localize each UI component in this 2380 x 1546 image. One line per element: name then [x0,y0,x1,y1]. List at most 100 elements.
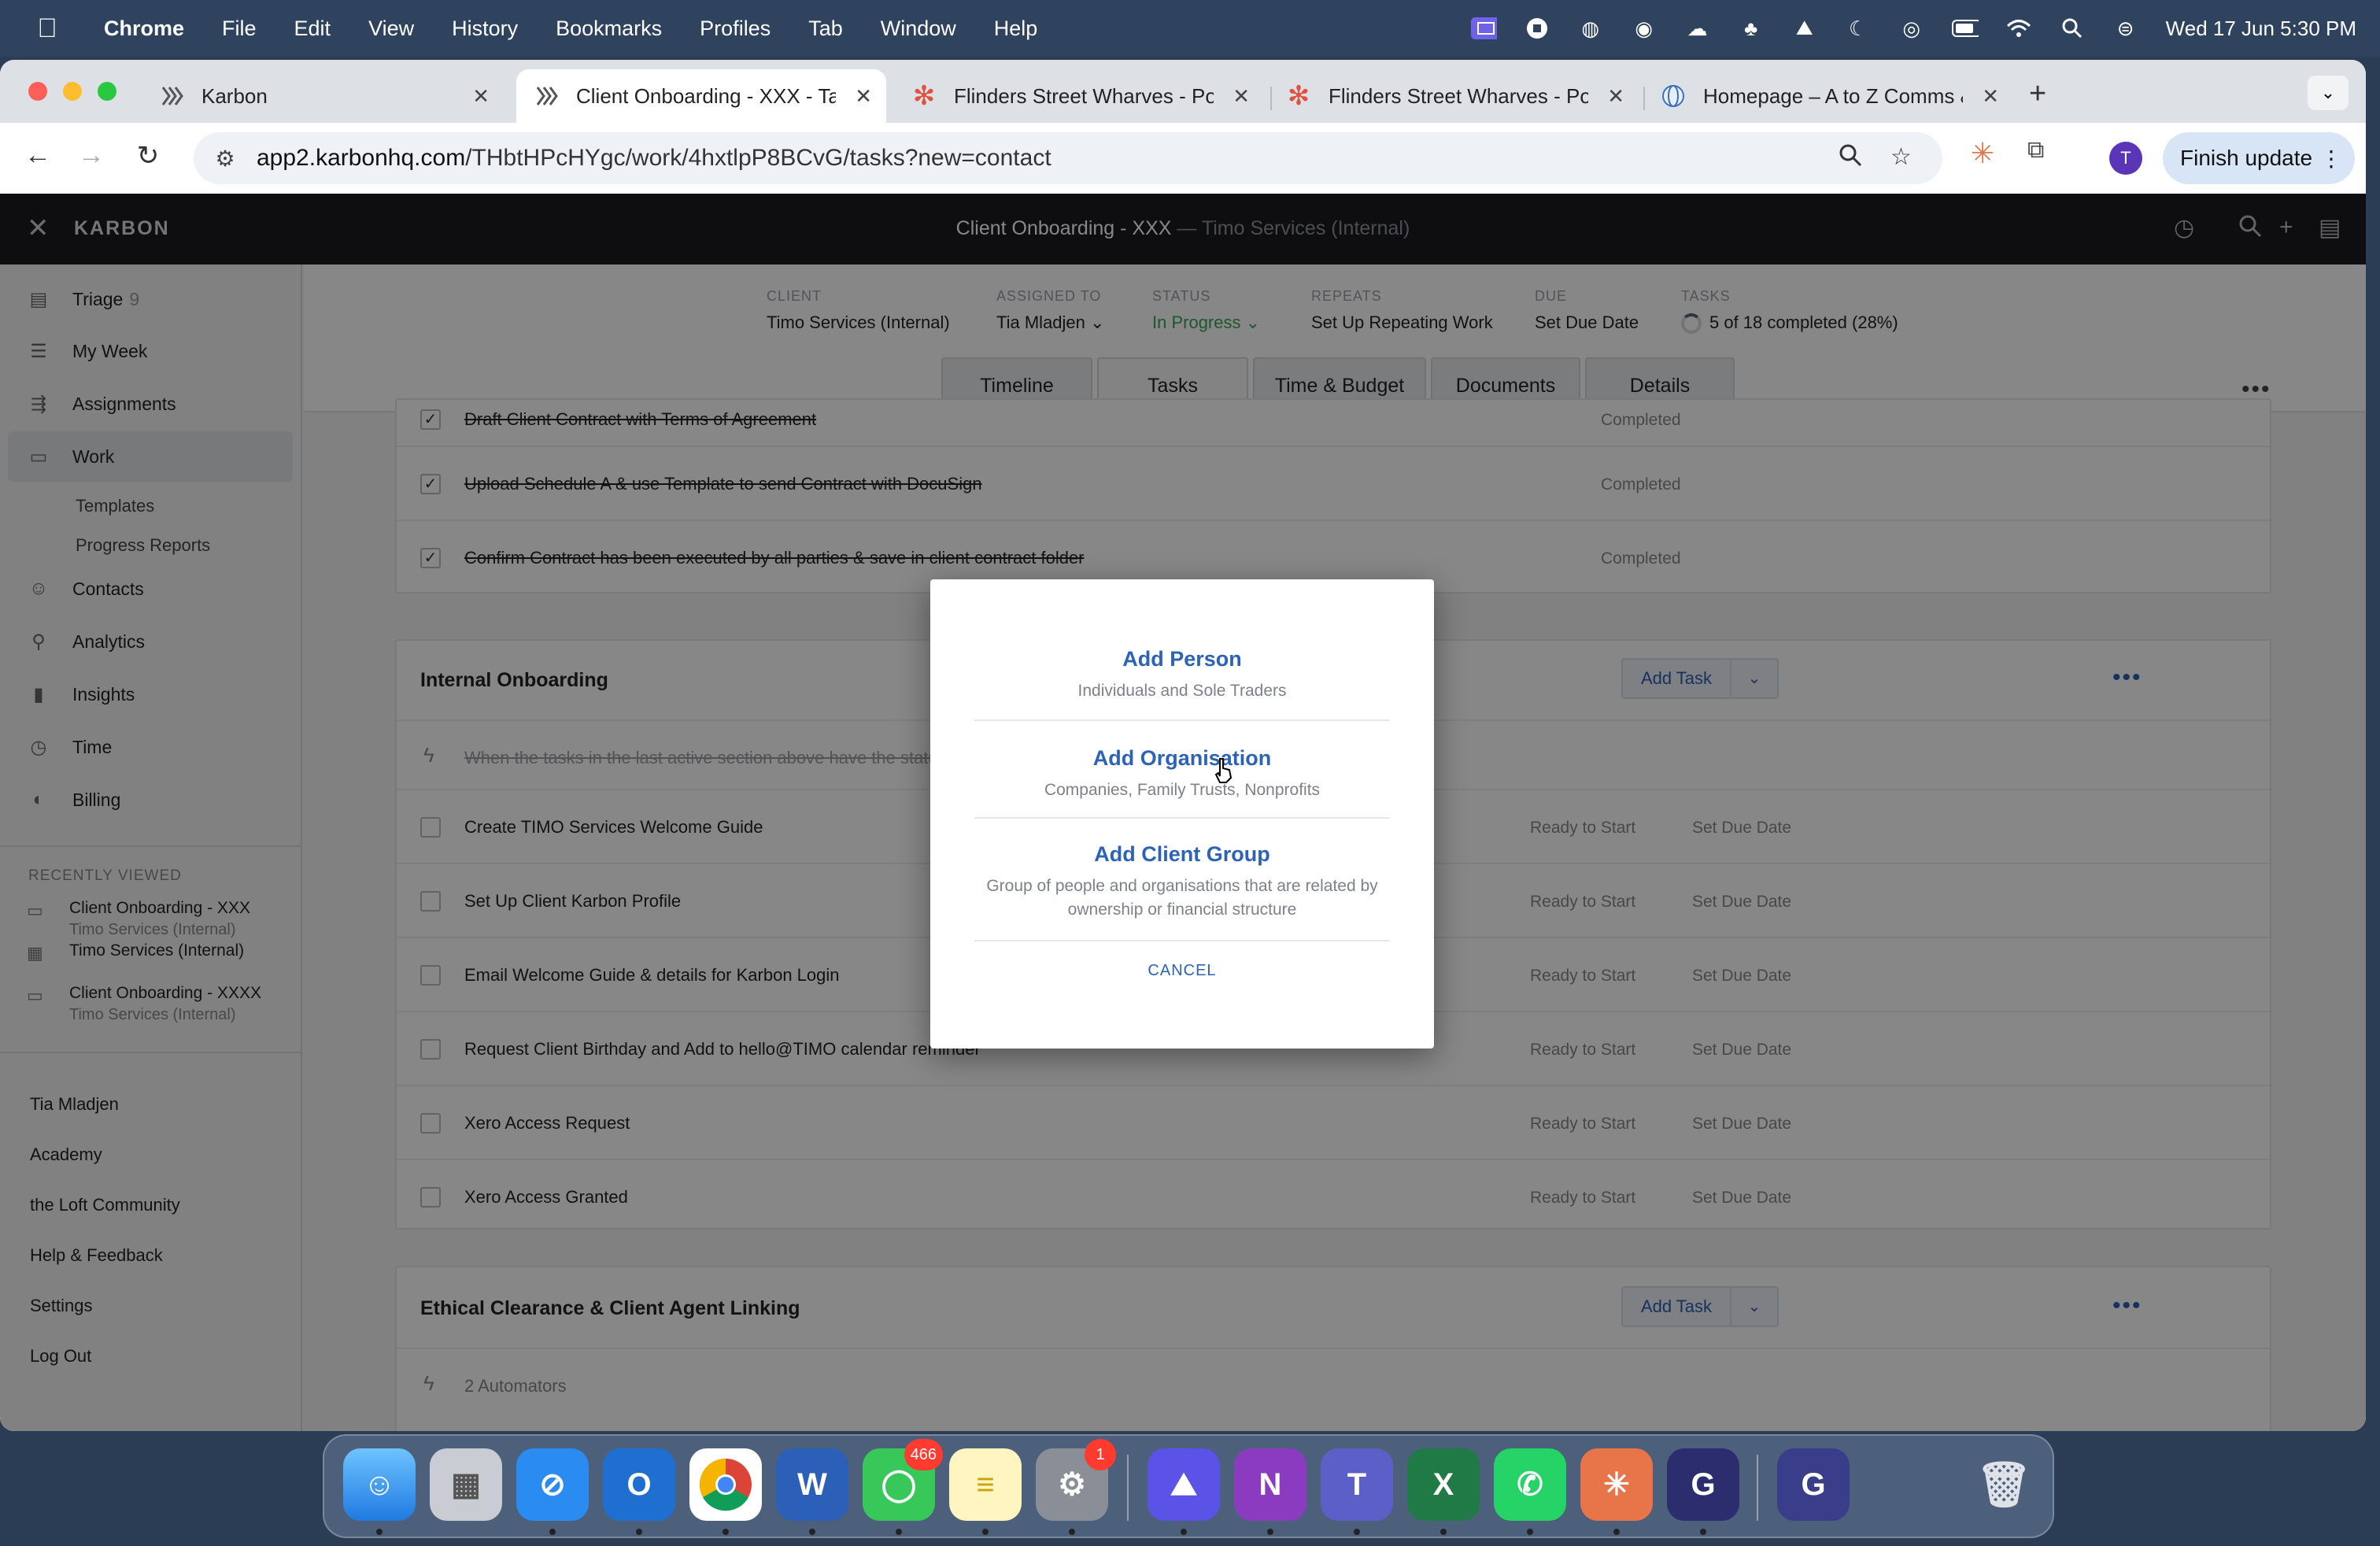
menu-tab[interactable]: Tab [808,17,843,41]
karbon-icon [159,83,184,109]
tab-title: Karbon [201,83,268,108]
profile-avatar[interactable]: T [2109,142,2142,175]
record-icon[interactable] [1524,15,1550,42]
system-settings-icon[interactable]: ⚙ 1 [1036,1439,1116,1521]
browser-tab-flinders-1[interactable]: ✻ Flinders Street Wharves - Po ✕ [894,69,1264,123]
karbon-icon [534,83,559,109]
globe-icon [1661,83,1686,109]
onenote-icon[interactable]: N [1234,1448,1306,1521]
add-organisation-link[interactable]: Add Organisation [974,746,1390,771]
close-icon[interactable]: ✕ [1607,84,1624,109]
menu-window[interactable]: Window [881,17,956,41]
browser-tab-karbon[interactable]: Karbon ✕ [142,69,504,123]
launchpad-icon[interactable]: ▦ [430,1448,502,1521]
minimize-window-button[interactable] [63,82,82,101]
browser-tab-flinders-2[interactable]: ✻ Flinders Street Wharves - Po ✕ [1269,69,1639,123]
close-icon[interactable]: ✕ [1232,84,1250,109]
dialog-divider [974,940,1390,941]
address-bar[interactable]: ⚙ app2.karbonhq.com/THbtHPcHYgc/work/4hx… [194,132,1942,184]
running-indicator [1440,1529,1447,1535]
proton-vpn-icon[interactable]: ⛰ [1148,1448,1220,1521]
running-indicator [1354,1529,1360,1535]
running-indicator [722,1529,729,1535]
menu-file[interactable]: File [222,17,257,41]
finder-icon[interactable]: ☺ [343,1448,416,1521]
menu-view[interactable]: View [368,17,414,41]
wifi-icon[interactable] [2005,15,2032,42]
tab-strip: Karbon ✕ Client Onboarding - XXX - Ta ✕ … [0,60,2366,123]
finish-update-label: Finish update [2180,146,2313,170]
messages-icon[interactable]: ◯ 466 [863,1439,943,1521]
user-icon[interactable]: ◎ [1898,15,1925,42]
zoom-window-button[interactable] [98,82,116,101]
forward-arrow-icon[interactable]: → [74,140,109,171]
menu-history[interactable]: History [452,17,518,41]
menu-help[interactable]: Help [994,17,1038,41]
site-settings-icon[interactable]: ⚙ [209,146,241,172]
add-person-link[interactable]: Add Person [974,647,1390,671]
add-client-group-link[interactable]: Add Client Group [974,842,1390,867]
claude-extension-icon[interactable]: ✳ [1971,137,1994,170]
asterisk-icon: ✻ [912,81,936,111]
menubar-clock[interactable]: Wed 17 Jun 5:30 PM [2166,17,2356,41]
more-vertical-icon[interactable]: ⋮ [2320,146,2342,172]
menu-edit[interactable]: Edit [294,17,331,41]
battery-icon[interactable] [1951,15,1979,42]
teams-icon[interactable]: T [1321,1448,1393,1521]
excel-icon[interactable]: X [1407,1448,1480,1521]
trash-icon[interactable]: 🗑 [1968,1448,2040,1521]
finish-update-button[interactable]: Finish update ⋮ [2163,132,2355,184]
status-app-icon[interactable]: ◍ [1577,15,1604,42]
spotlight-search-icon[interactable] [2059,15,2086,42]
creative-cloud-icon[interactable]: ◉ [1631,15,1658,42]
vpn-icon[interactable]: ⛰ [1791,15,1818,42]
option-description: Companies, Family Trusts, Nonprofits [1044,781,1321,799]
running-indicator [1613,1529,1620,1535]
new-tab-plus-icon[interactable]: + [2029,77,2046,111]
safari-icon[interactable]: ⊘ [516,1448,589,1521]
cloud-icon[interactable]: ☁ [1684,15,1711,42]
close-window-button[interactable] [28,82,47,101]
option-description: Group of people and organisations that a… [986,877,1378,919]
close-icon[interactable]: ✕ [855,84,872,109]
whatsapp-icon[interactable]: ✆ [1494,1448,1566,1521]
screen-share-icon[interactable] [1470,15,1497,42]
claude-icon[interactable]: ✳ [1580,1448,1653,1521]
notes-icon[interactable]: ≡ [949,1448,1022,1521]
back-arrow-icon[interactable]: ← [20,140,55,171]
teams-status-icon[interactable]: ♣ [1738,15,1765,42]
extensions-puzzle-icon[interactable]: ⧉ [2027,137,2044,164]
menu-bookmarks[interactable]: Bookmarks [556,17,662,41]
add-client-group-option[interactable]: Add Client Group Group of people and org… [974,842,1390,922]
dock-separator [1757,1455,1758,1521]
cancel-button[interactable]: CANCEL [930,962,1434,980]
add-person-option[interactable]: Add Person Individuals and Sole Traders [974,647,1390,703]
option-description: Individuals and Sole Traders [1077,682,1287,700]
add-organisation-option[interactable]: Add Organisation Companies, Family Trust… [974,746,1390,802]
menu-app-name[interactable]: Chrome [104,17,184,41]
control-center-icon[interactable]: ⊜ [2112,15,2139,42]
night-mode-icon[interactable]: ☾ [1845,15,1872,42]
browser-tab-homepage[interactable]: Homepage – A to Z Comms & ✕ [1643,69,2013,123]
apple-icon[interactable]:  [31,13,63,44]
chrome-icon[interactable] [689,1448,762,1521]
menu-profiles[interactable]: Profiles [700,17,771,41]
close-icon[interactable]: ✕ [472,84,490,109]
running-indicator [376,1529,382,1535]
url-host: app2.karbonhq.com [257,145,466,171]
tab-search-chevron-icon[interactable]: ⌄ [2308,76,2349,110]
grammarly-desktop-icon[interactable]: G [1777,1448,1850,1521]
running-indicator [1267,1529,1273,1535]
close-icon[interactable]: ✕ [1982,84,1999,109]
macos-dock: ☺ ▦ ⊘ O W ◯ 466 ≡ ⚙ 1 ⛰ N T X ✆ ✳ G G 🗑 [323,1434,2054,1538]
url-text[interactable]: app2.karbonhq.com/THbtHPcHYgc/work/4hxtl… [257,145,1051,172]
outlook-icon[interactable]: O [603,1448,675,1521]
word-icon[interactable]: W [776,1448,848,1521]
bookmark-star-icon[interactable]: ☆ [1890,143,1912,171]
hand-pointer-cursor-icon [1214,758,1232,783]
browser-tab-client-onboarding[interactable]: Client Onboarding - XXX - Ta ✕ [516,69,886,123]
reload-icon[interactable]: ↻ [131,140,165,172]
running-indicator [896,1529,902,1535]
zoom-magnifier-icon[interactable] [1839,143,1862,173]
grammarly-icon[interactable]: G [1667,1448,1739,1521]
